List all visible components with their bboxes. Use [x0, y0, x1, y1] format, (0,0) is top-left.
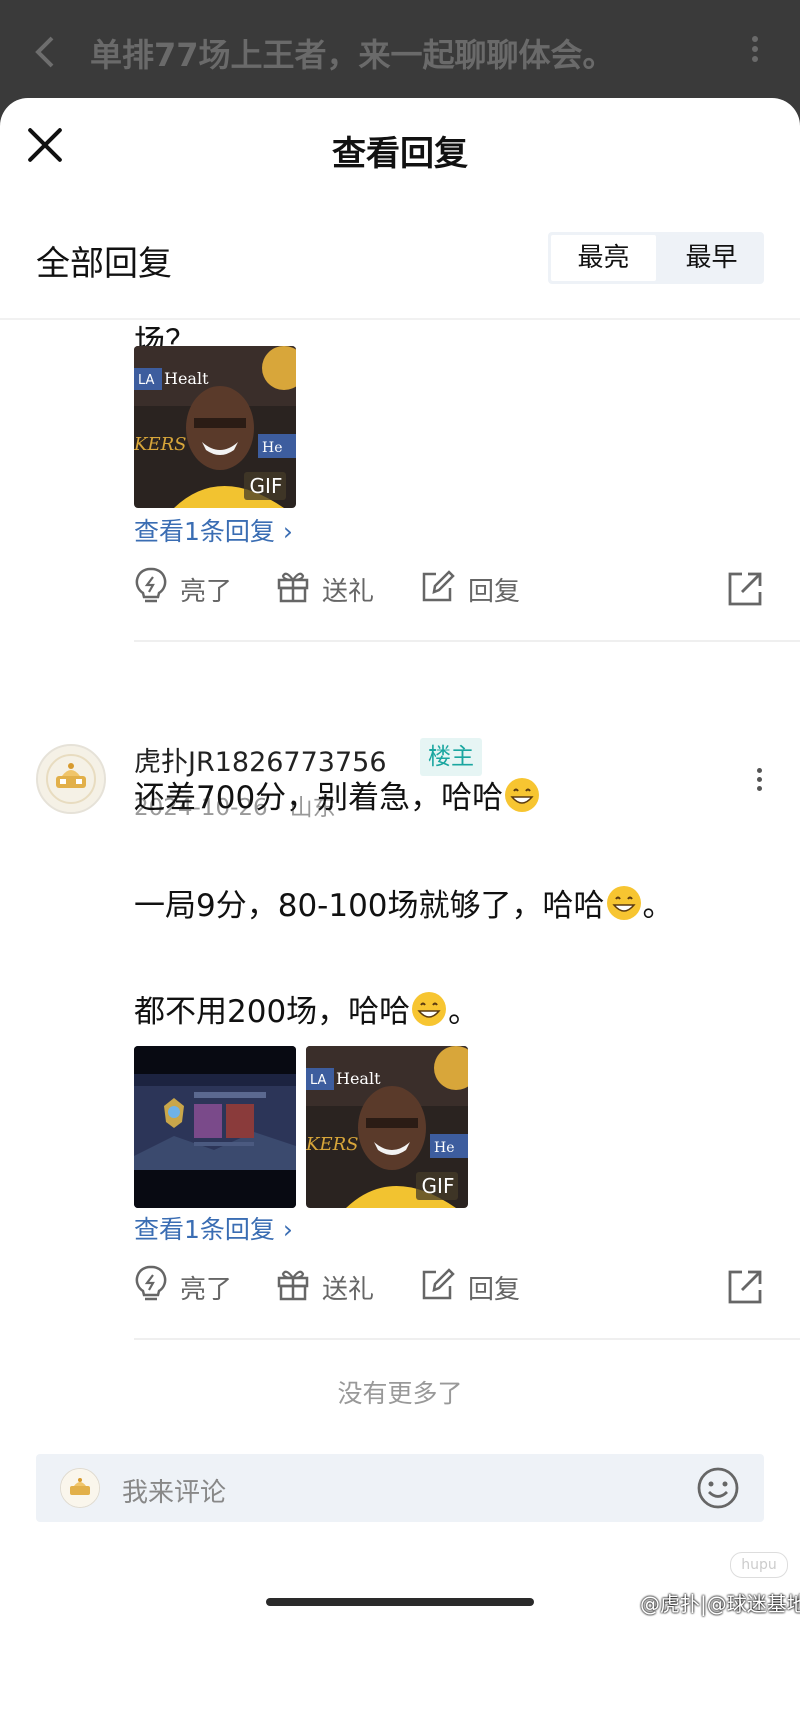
- more-icon: [745, 32, 765, 72]
- avatar: [60, 1468, 100, 1508]
- grin-emoji-icon: [503, 776, 541, 822]
- share-icon[interactable]: [726, 1268, 764, 1306]
- no-more-text: 没有更多了: [337, 1379, 463, 1408]
- reply-label: 回复: [468, 1274, 521, 1305]
- lightbulb-icon: [134, 566, 168, 613]
- lightbulb-icon: [134, 1264, 168, 1311]
- svg-text:KERS: KERS: [134, 434, 186, 455]
- reply-button[interactable]: 回复: [420, 564, 520, 614]
- row-divider: [134, 640, 800, 642]
- game-screenshot-image[interactable]: [134, 1046, 296, 1208]
- row-divider: [134, 1338, 800, 1340]
- sort-option-brightest[interactable]: 最亮: [551, 235, 656, 281]
- reply-line-text: 都不用200场，哈哈: [134, 994, 411, 1030]
- svg-text:Healt: Healt: [164, 369, 209, 388]
- section-label: 全部回复: [36, 244, 172, 284]
- like-button[interactable]: 亮了: [134, 1262, 232, 1312]
- gif-image[interactable]: LA Healt He KERS GIF: [134, 346, 296, 508]
- view-replies-link[interactable]: 查看1条回复 ›: [134, 512, 293, 548]
- gift-button[interactable]: 送礼: [276, 564, 374, 614]
- reply-line-3: 都不用200场，哈哈 。: [134, 986, 479, 1036]
- comment-input[interactable]: 我来评论: [122, 1472, 226, 1509]
- grin-emoji-icon: [410, 990, 448, 1036]
- gift-icon: [276, 568, 310, 611]
- like-button[interactable]: 亮了: [134, 564, 232, 614]
- edit-icon: [420, 568, 456, 611]
- reply-line-text: 一局9分，80-100场就够了，哈哈: [134, 888, 605, 924]
- sort-toggle: 最亮 最早: [548, 232, 764, 284]
- reply-line-2: 一局9分，80-100场就够了，哈哈 。: [134, 880, 674, 930]
- action-row: 亮了 送礼 回复: [134, 564, 764, 614]
- gif-badge: GIF: [421, 1174, 455, 1198]
- reply-label: 回复: [468, 576, 521, 607]
- grin-emoji-icon: [605, 884, 643, 930]
- svg-text:KERS: KERS: [306, 1134, 358, 1155]
- reply-line-suffix: 。: [448, 994, 480, 1030]
- divider: [0, 318, 800, 320]
- back-icon: [30, 32, 60, 72]
- gift-label: 送礼: [322, 1274, 375, 1305]
- reply-button[interactable]: 回复: [420, 1262, 520, 1312]
- svg-text:He: He: [262, 440, 283, 456]
- svg-text:LA: LA: [138, 373, 155, 388]
- share-icon[interactable]: [726, 570, 764, 608]
- more-icon[interactable]: [754, 764, 764, 804]
- action-row: 亮了 送礼 回复: [134, 1262, 764, 1312]
- avatar[interactable]: [36, 744, 106, 814]
- like-label: 亮了: [180, 1274, 233, 1305]
- edit-icon: [420, 1266, 456, 1309]
- background-header: 单排77场上王者，来一起聊聊体会。: [0, 0, 800, 110]
- reply-line-text: 还差700分，别着急，哈哈: [134, 780, 504, 816]
- reply-line-1: 还差700分，别着急，哈哈: [134, 772, 541, 822]
- reply-sheet: 查看回复 全部回复 最亮 最早 场？ LA Healt He KERS GIF …: [0, 98, 800, 1715]
- watermark: @虎扑|@球迷基地: [640, 1592, 800, 1616]
- gif-badge: GIF: [249, 474, 283, 498]
- hupu-logo-icon: hupu: [730, 1552, 788, 1578]
- svg-text:He: He: [434, 1140, 455, 1156]
- like-label: 亮了: [180, 576, 233, 607]
- svg-text:LA: LA: [310, 1073, 327, 1088]
- comment-input-bar[interactable]: 我来评论: [36, 1454, 764, 1522]
- gift-button[interactable]: 送礼: [276, 1262, 374, 1312]
- owner-badge: 楼主: [420, 738, 482, 776]
- thread-title: 单排77场上王者，来一起聊聊体会。: [90, 36, 615, 74]
- home-indicator[interactable]: [266, 1598, 534, 1606]
- sort-option-earliest[interactable]: 最早: [659, 232, 764, 284]
- sheet-title: 查看回复: [332, 134, 468, 174]
- reply-line-suffix: 。: [642, 888, 674, 924]
- gift-icon: [276, 1266, 310, 1309]
- svg-text:Healt: Healt: [336, 1069, 381, 1088]
- view-replies-link[interactable]: 查看1条回复 ›: [134, 1210, 293, 1246]
- gif-image[interactable]: LA Healt He KERS GIF: [306, 1046, 468, 1208]
- emoji-icon[interactable]: [696, 1466, 740, 1510]
- gift-label: 送礼: [322, 576, 375, 607]
